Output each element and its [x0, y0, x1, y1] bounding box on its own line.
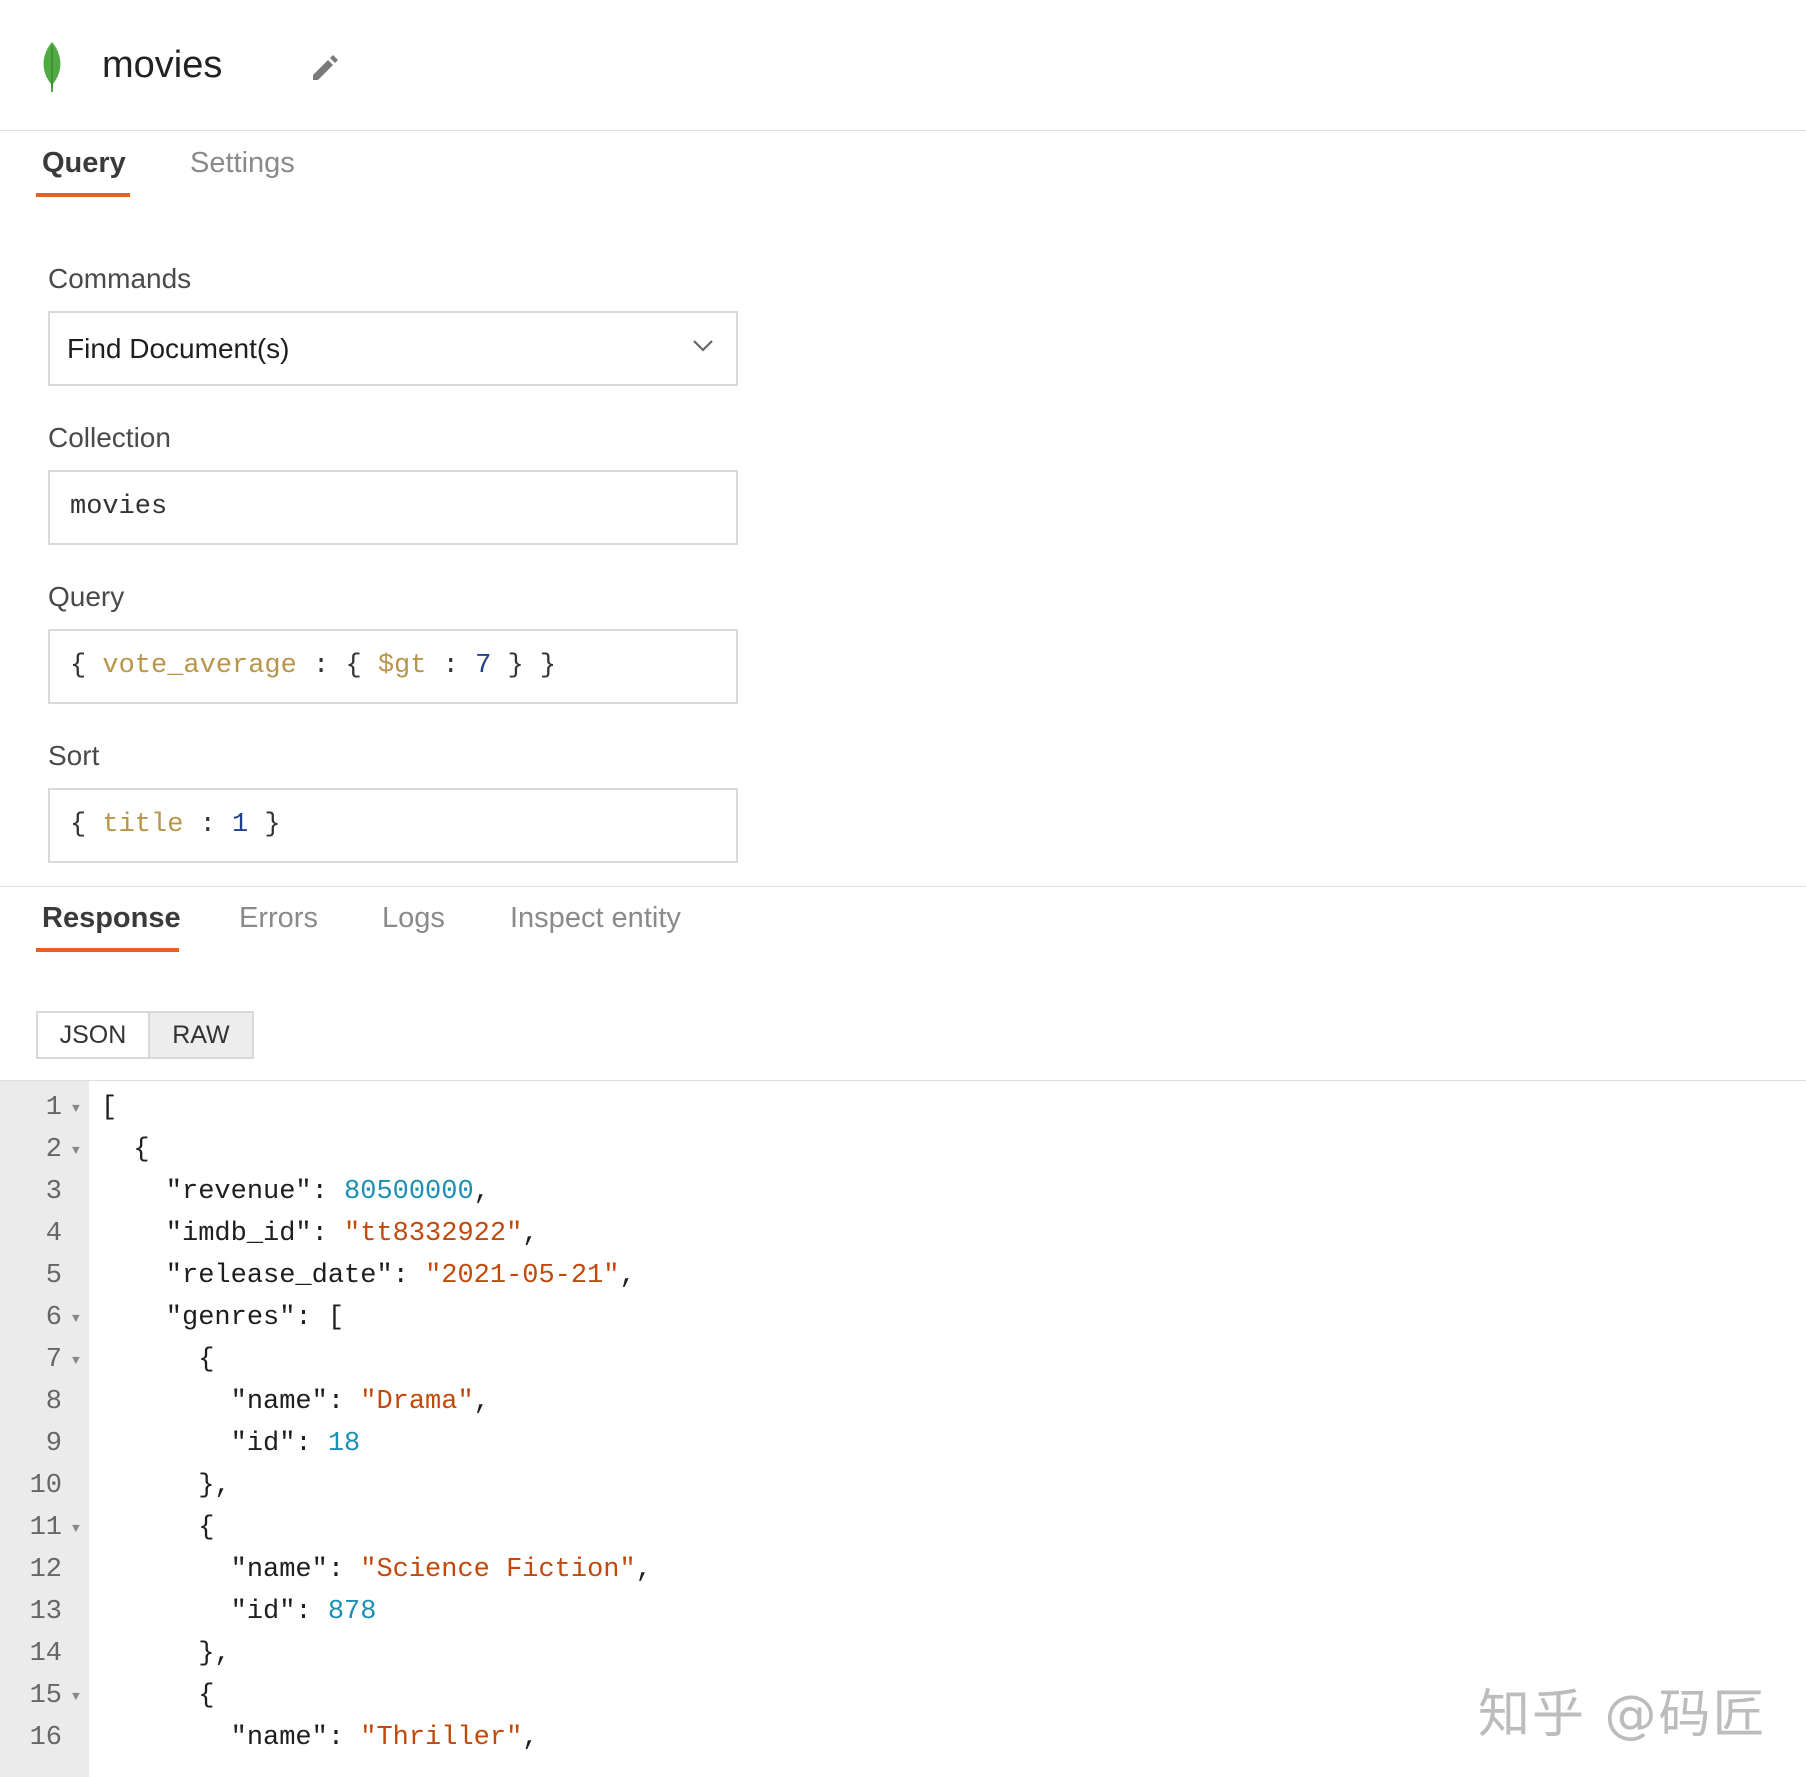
json-view-button[interactable]: JSON — [38, 1013, 150, 1057]
watermark: 知乎 @码匠 — [1478, 1685, 1767, 1745]
code-text: "genres": [ — [101, 1303, 345, 1333]
code-text: { — [101, 1135, 150, 1165]
sort-label: Sort — [48, 740, 100, 771]
code-line: 12 "name": "Science Fiction", — [0, 1555, 1806, 1597]
code-line: 1 ▼ [ — [0, 1093, 1806, 1135]
code-text: "name": "Thriller", — [101, 1723, 539, 1753]
collection-input[interactable]: movies — [48, 470, 738, 545]
commands-select[interactable]: Find Document(s) — [48, 311, 738, 386]
fold-toggle-icon[interactable]: ▼ — [72, 1353, 80, 1368]
line-number: 5 — [45, 1261, 62, 1291]
code-text: { — [101, 1513, 215, 1543]
line-number: 2 — [45, 1135, 62, 1165]
line-number: 6 — [45, 1303, 62, 1333]
fold-toggle-icon[interactable]: ▼ — [72, 1143, 80, 1158]
code-text: }, — [101, 1639, 231, 1669]
commands-select-value: Find Document(s) — [67, 333, 290, 364]
commands-label: Commands — [48, 263, 192, 294]
sort-editor[interactable]: { title : 1 } — [48, 788, 738, 863]
fold-toggle-icon[interactable]: ▼ — [72, 1311, 80, 1326]
collection-label: Collection — [48, 422, 171, 453]
code-line: 11 ▼ { — [0, 1513, 1806, 1555]
fold-toggle-icon[interactable]: ▼ — [72, 1689, 80, 1704]
code-text: [ — [101, 1093, 118, 1123]
tab-query[interactable]: Query — [42, 147, 126, 180]
code-text: "id": 878 — [101, 1597, 377, 1627]
code-text: "name": "Science Fiction", — [101, 1555, 652, 1585]
code-text: "revenue": 80500000, — [101, 1177, 490, 1207]
chevron-down-icon — [693, 340, 713, 352]
code-text: "name": "Drama", — [101, 1387, 490, 1417]
tab-query-underline — [36, 193, 130, 197]
code-line: 4 "imdb_id": "tt8332922", — [0, 1219, 1806, 1261]
tab-errors[interactable]: Errors — [239, 902, 318, 935]
code-line: 10 }, — [0, 1471, 1806, 1513]
code-text: "id": 18 — [101, 1429, 361, 1459]
header-bar: movies — [0, 0, 1806, 131]
line-number: 11 — [29, 1513, 62, 1543]
code-line: 7 ▼ { — [0, 1345, 1806, 1387]
tab-response-underline — [36, 948, 179, 952]
code-line: 9 "id": 18 — [0, 1429, 1806, 1471]
query-editor-value: { vote_average : { $gt : 7 } } — [70, 651, 557, 681]
raw-view-button[interactable]: RAW — [149, 1013, 252, 1057]
line-number: 9 — [45, 1429, 62, 1459]
tab-logs[interactable]: Logs — [382, 902, 445, 935]
line-number: 4 — [45, 1219, 62, 1249]
code-line: 2 ▼ { — [0, 1135, 1806, 1177]
code-text: "imdb_id": "tt8332922", — [101, 1219, 539, 1249]
fold-toggle-icon[interactable]: ▼ — [72, 1101, 80, 1116]
fold-toggle-icon[interactable]: ▼ — [72, 1521, 80, 1536]
line-number: 10 — [29, 1471, 62, 1501]
query-editor[interactable]: { vote_average : { $gt : 7 } } — [48, 629, 738, 704]
code-line: 5 "release_date": "2021-05-21", — [0, 1261, 1806, 1303]
code-line: 6 ▼ "genres": [ — [0, 1303, 1806, 1345]
code-text: { — [101, 1681, 215, 1711]
query-label: Query — [48, 581, 125, 612]
line-number: 15 — [29, 1681, 62, 1711]
collection-input-value: movies — [70, 492, 168, 522]
line-number: 12 — [29, 1555, 62, 1585]
line-number: 1 — [45, 1093, 62, 1123]
code-line: 13 "id": 878 — [0, 1597, 1806, 1639]
mongodb-leaf-icon — [43, 42, 61, 92]
view-toggle: JSON RAW — [36, 1011, 254, 1059]
code-text: }, — [101, 1471, 231, 1501]
line-number: 13 — [29, 1597, 62, 1627]
section-divider — [0, 886, 1806, 887]
line-number: 16 — [29, 1723, 62, 1753]
line-number: 8 — [45, 1387, 62, 1417]
line-number: 14 — [29, 1639, 62, 1669]
pencil-icon[interactable] — [308, 50, 342, 84]
tab-settings[interactable]: Settings — [190, 147, 295, 180]
code-text: "release_date": "2021-05-21", — [101, 1261, 636, 1291]
line-number: 3 — [45, 1177, 62, 1207]
code-line: 3 "revenue": 80500000, — [0, 1177, 1806, 1219]
code-line: 8 "name": "Drama", — [0, 1387, 1806, 1429]
code-text: { — [101, 1345, 215, 1375]
line-number: 7 — [45, 1345, 62, 1375]
tab-inspect-entity[interactable]: Inspect entity — [510, 902, 681, 935]
page-title: movies — [102, 44, 223, 86]
sort-editor-value: { title : 1 } — [70, 810, 281, 840]
tab-response[interactable]: Response — [42, 902, 181, 935]
